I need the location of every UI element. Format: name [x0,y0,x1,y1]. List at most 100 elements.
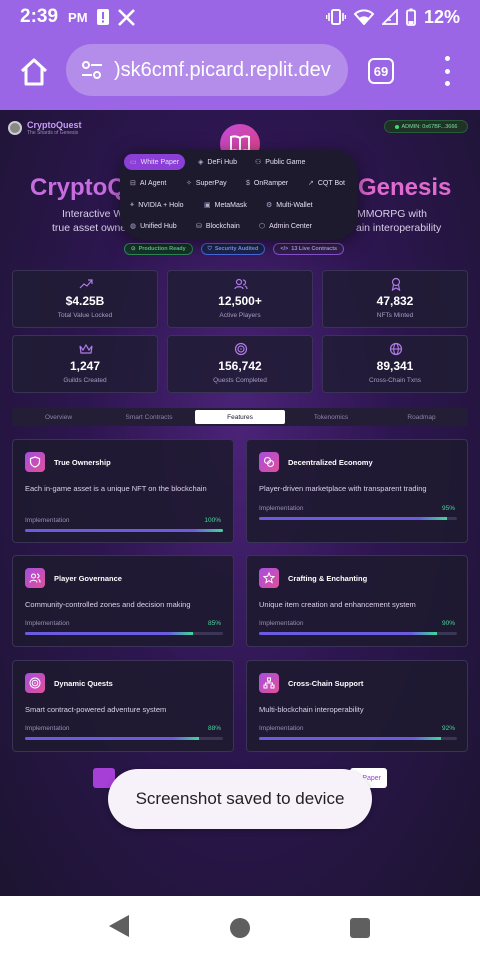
stat-value: 156,742 [218,359,262,373]
implementation-percent: 90% [441,620,455,627]
target-icon [25,673,45,693]
brand[interactable]: CryptoQuest The Shards of Genesis [8,120,82,136]
feature-card-true-ownership: True Ownership Each in-game asset is a u… [12,439,234,543]
gear-icon: ⚙ [266,202,273,209]
feature-title: Crafting & Enchanting [288,574,368,583]
admin-badge[interactable]: ADMIN: 0x67BF...3666 [384,120,468,133]
browser-menu-icon[interactable] [440,56,454,86]
stat-value: 12,500+ [218,294,262,308]
tab-features[interactable]: Features [195,410,285,424]
implementation-label: Implementation [259,725,304,732]
implementation-label: Implementation [25,620,70,627]
menu-item-unified-hub[interactable]: ◍ Unified Hub [130,218,177,234]
hero-subtitle-left-1: Interactive W [62,208,124,220]
system-nav-bar [0,896,480,960]
implementation-percent: 85% [207,620,221,627]
tab-smart-contracts[interactable]: Smart Contracts [104,410,194,424]
menu-item-public-game[interactable]: ⚇ Public Game [255,154,305,170]
clock-ampm: PM [68,9,88,25]
feature-title: Decentralized Economy [288,458,373,467]
shield-icon: ⛉ [207,245,212,252]
progress-bar [25,737,223,740]
menu-item-onramper[interactable]: $ OnRamper [246,175,288,191]
implementation-label: Implementation [259,505,304,512]
feature-title: Player Governance [54,574,122,583]
users-icon [234,278,248,290]
recents-icon[interactable] [350,918,370,938]
tab-tokenomics[interactable]: Tokenomics [286,410,376,424]
implementation-label: Implementation [259,620,304,627]
home-icon[interactable] [18,56,50,88]
stat-label: Total Value Locked [57,312,113,319]
back-icon[interactable] [108,914,130,938]
progress-fill [259,737,442,740]
feature-title: True Ownership [54,458,111,467]
stat-label: Quests Completed [213,377,267,384]
home-nav-icon[interactable] [230,918,250,938]
stat-card-crosschain: 89,341 Cross-Chain Txns [322,335,468,393]
progress-fill [25,529,223,532]
clock: 2:39 [20,6,59,27]
wifi-icon [353,9,374,25]
trend-up-icon [79,279,93,289]
badge-security-audited: ⛉ Security Audited [200,243,266,255]
hero-subtitle-right-1: MMORPG with [357,208,428,220]
tab-overview[interactable]: Overview [14,410,103,424]
feature-card-decentralized-economy: Decentralized Economy Player-driven mark… [246,439,468,543]
feature-card-crafting: Crafting & Enchanting Unique item creati… [246,555,468,647]
menu-item-blockchain[interactable]: ⛁ Blockchain [196,218,240,234]
progress-bar [25,529,223,532]
menu-item-metamask[interactable]: ▣ MetaMask [204,197,247,213]
progress-bar [259,632,457,635]
site-settings-icon[interactable] [80,58,104,82]
hero-title-left: CryptoQ [30,174,126,201]
menu-item-multi-wallet[interactable]: ⚙ Multi-Wallet [266,197,313,213]
admin-address: ADMIN: 0x67BF...3666 [401,123,458,130]
signal-icon [381,9,398,25]
stat-value: 1,247 [69,359,101,373]
alert-icon [96,9,109,25]
feature-description: Community-controlled zones and decision … [25,600,191,609]
feature-description: Unique item creation and enhancement sys… [259,600,416,609]
feature-title: Cross-Chain Support [288,679,364,688]
stat-card-guilds: 1,247 Guilds Created [12,335,158,393]
feature-card-dynamic-quests: Dynamic Quests Smart contract-powered ad… [12,660,234,752]
nav-dropdown-menu: ▭ White Paper ◈ DeFi Hub ⚇ Public Game ⊟ AI … [120,150,358,240]
toast-message: Screenshot saved to device [108,769,372,829]
browser-toolbar: )sk6cmf.picard.replit.dev 69 [0,34,480,110]
menu-item-defi-hub[interactable]: ◈ DeFi Hub [198,154,237,170]
progress-fill [259,517,448,520]
menu-item-white-paper[interactable]: ▭ White Paper [124,154,186,170]
menu-item-cqt-bot[interactable]: ↗ CQT Bot [308,175,345,191]
hero-title-right: Genesis [358,174,452,201]
tab-roadmap[interactable]: Roadmap [377,410,466,424]
coins-icon [259,452,279,472]
wallet-icon: ▣ [204,202,211,209]
battery-percent: 12% [423,6,460,27]
bot-icon: ⊟ [130,180,136,187]
stat-value: 89,341 [376,359,414,373]
progress-fill [259,632,438,635]
users-icon [25,568,45,588]
crown-icon [79,343,93,354]
database-icon: ⛁ [196,223,202,230]
implementation-percent: 95% [441,505,455,512]
url-field[interactable]: )sk6cmf.picard.replit.dev [66,44,348,96]
stat-label: Active Players [219,312,261,319]
stat-label: NFTs Minted [376,312,414,319]
menu-item-superpay[interactable]: ✧ SuperPay [186,175,227,191]
tab-switcher-button[interactable]: 69 [368,58,394,84]
progress-fill [25,632,194,635]
menu-item-admin-center[interactable]: ⬡ Admin Center [259,218,312,234]
badge-production-ready: ⊙ Production Ready [124,243,193,255]
book-icon: ▭ [130,159,137,166]
menu-item-nvidia-holo[interactable]: ⚹ NVIDIA + Holo [130,197,184,213]
layers-icon: ◈ [198,159,204,166]
globe-icon [389,342,403,356]
menu-item-ai-agent[interactable]: ⊟ AI Agent [130,175,166,191]
progress-bar [25,632,223,635]
trend-icon: ↗ [308,180,314,187]
shield-icon [25,452,45,472]
progress-bar [259,737,457,740]
feature-description: Player-driven marketplace with transpare… [259,484,427,493]
